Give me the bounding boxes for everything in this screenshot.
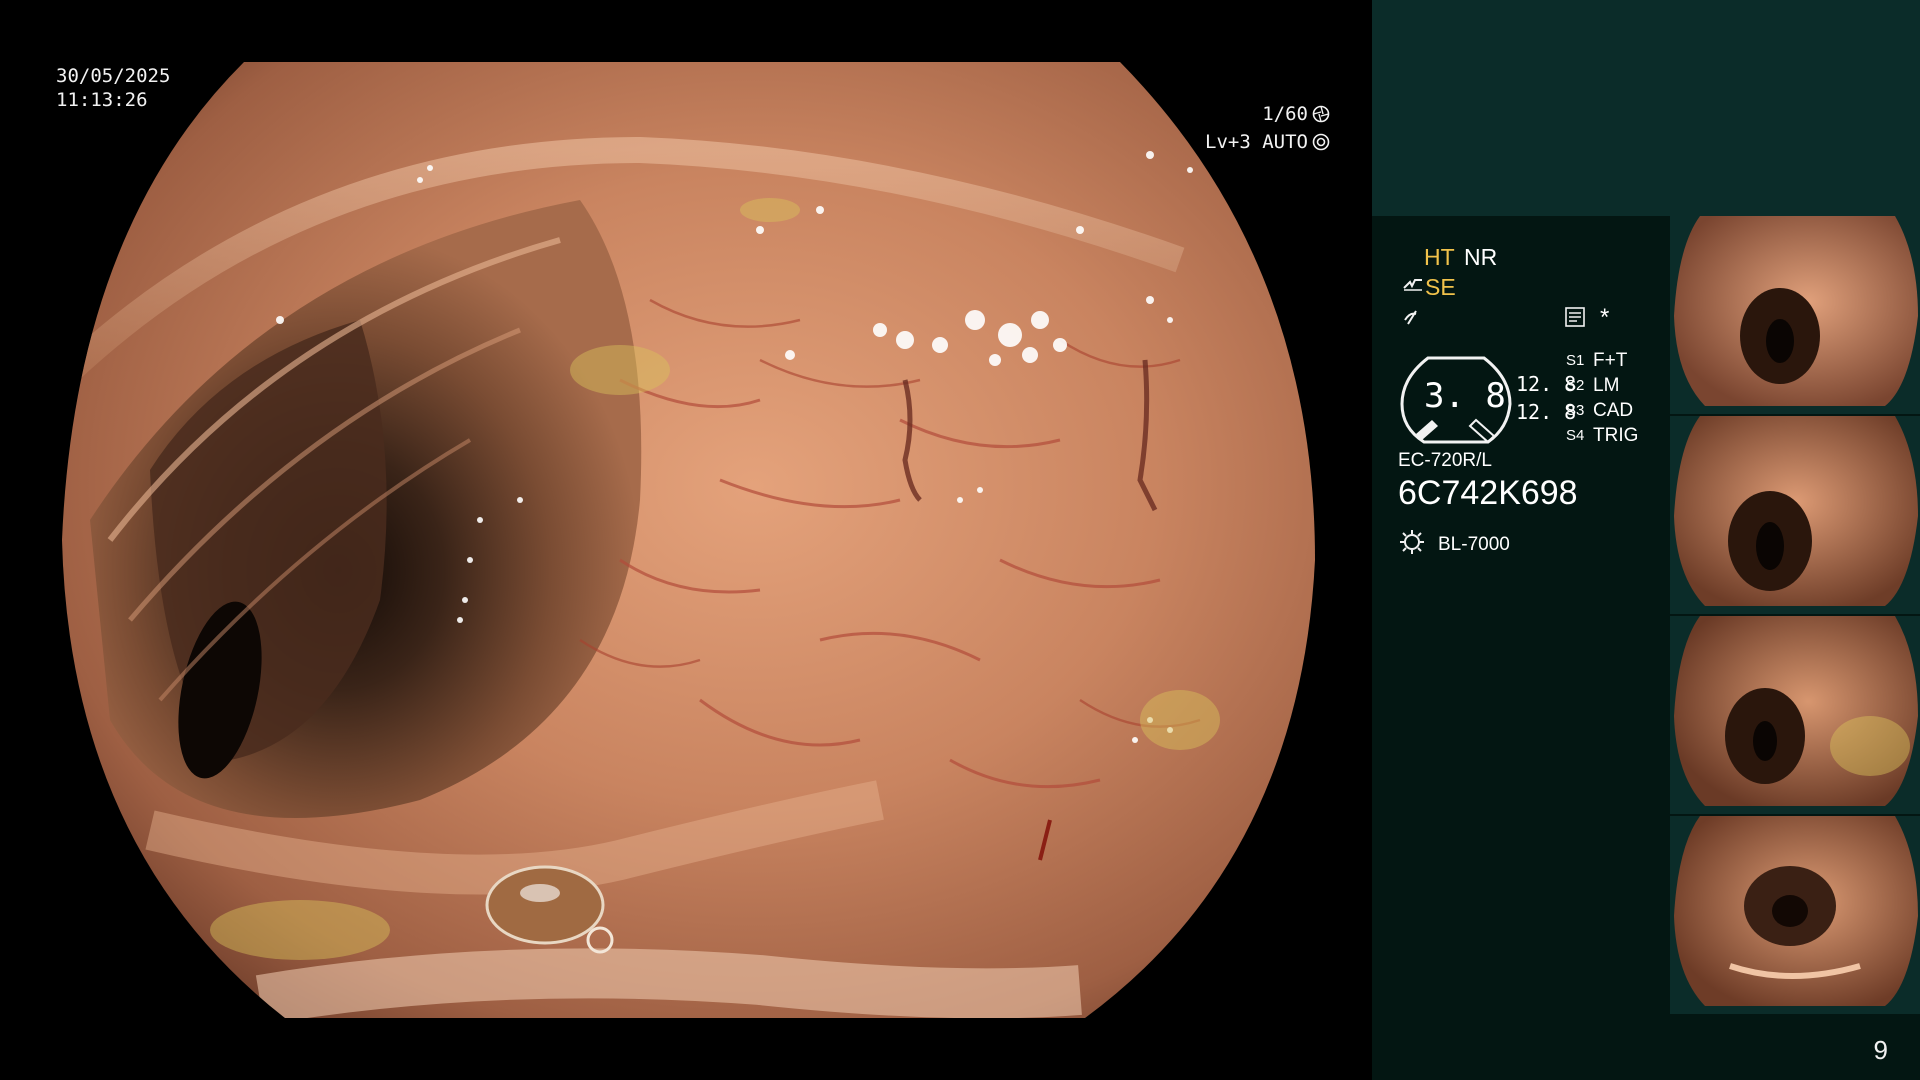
scope-serial: 6C742K698 bbox=[1398, 474, 1578, 512]
color-mode-icon bbox=[1402, 308, 1422, 333]
s2-value: LM bbox=[1593, 375, 1620, 396]
settings-panel: HT NR SE * 3. 8 12. 8 12. 8 S1 F+T S2 LM… bbox=[1372, 216, 1670, 1080]
s4-value: TRIG bbox=[1593, 425, 1639, 446]
auto-iris-icon bbox=[1312, 133, 1330, 151]
iris-icon bbox=[1312, 105, 1330, 123]
se-label: SE bbox=[1425, 274, 1456, 300]
nr-label: NR bbox=[1464, 244, 1498, 270]
lamp-icon bbox=[1398, 528, 1426, 561]
page-number: 9 bbox=[1873, 1035, 1888, 1065]
side-header-block bbox=[1372, 0, 1920, 216]
side-panel: HT NR SE * 3. 8 12. 8 12. 8 S1 F+T S2 LM… bbox=[1372, 0, 1920, 1080]
thumbnail-3[interactable] bbox=[1670, 616, 1920, 814]
ht-label: HT bbox=[1424, 244, 1455, 270]
shutter-label: 1/60 bbox=[1262, 103, 1308, 125]
star-label: * bbox=[1600, 304, 1610, 331]
thumbnail-4[interactable] bbox=[1670, 816, 1920, 1014]
scope-model: EC-720R/L bbox=[1398, 450, 1492, 471]
level-label: Lv+3 AUTO bbox=[1205, 131, 1308, 153]
s4-key: S4 bbox=[1566, 427, 1585, 444]
light-source: BL-7000 bbox=[1438, 534, 1510, 555]
s2-key: S2 bbox=[1566, 377, 1585, 394]
s3-key: S3 bbox=[1566, 402, 1585, 419]
s1-value: F+T bbox=[1593, 350, 1628, 371]
date-label: 30/05/2025 bbox=[56, 65, 171, 87]
s3-value: CAD bbox=[1593, 400, 1634, 421]
memo-icon bbox=[1564, 306, 1586, 333]
exposure-readout: 1/60 Lv+3 AUTO bbox=[1205, 100, 1330, 156]
s1-key: S1 bbox=[1566, 352, 1585, 369]
timestamp: 30/05/2025 11:13:26 bbox=[56, 64, 170, 112]
time-label: 11:13:26 bbox=[56, 89, 148, 111]
endoscope-image bbox=[62, 62, 1315, 1018]
thumbnail-strip bbox=[1670, 216, 1920, 1016]
enhancement-icon bbox=[1402, 276, 1424, 301]
thumbnail-1[interactable] bbox=[1670, 216, 1920, 414]
endoscopy-view: 30/05/2025 11:13:26 1/60 Lv+3 AUTO bbox=[0, 0, 1372, 1080]
ratio-big: 3. 8 bbox=[1424, 376, 1506, 416]
thumbnail-2[interactable] bbox=[1670, 416, 1920, 614]
